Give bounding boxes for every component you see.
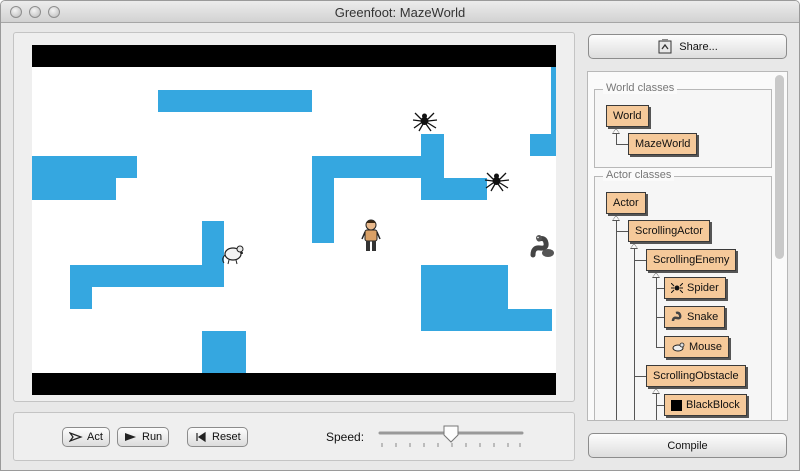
class-world-label: World (613, 110, 642, 122)
class-scrollingenemy-label: ScrollingEnemy (653, 254, 730, 266)
speed-slider[interactable] (378, 423, 524, 451)
maze-wall (32, 178, 116, 200)
world-panel (13, 32, 575, 402)
class-snake-label: Snake (687, 311, 719, 323)
maze-wall (312, 178, 334, 243)
class-mazeworld-label: MazeWorld (635, 138, 691, 150)
act-icon (69, 432, 83, 442)
maze-wall (70, 265, 224, 287)
share-button[interactable]: Share... (588, 34, 787, 59)
maze-wall (421, 265, 508, 309)
act-button[interactable]: Act (62, 427, 110, 447)
execution-controls: Act Run Reset Speed: (13, 412, 575, 461)
mouse-actor[interactable] (221, 241, 247, 265)
class-actor[interactable]: Actor (606, 192, 646, 214)
reset-button[interactable]: Reset (187, 427, 248, 447)
player-actor[interactable] (360, 219, 382, 253)
run-button[interactable]: Run (117, 427, 170, 447)
reset-button-label: Reset (212, 431, 241, 443)
class-world[interactable]: World (606, 105, 649, 127)
maze-wall (202, 331, 246, 373)
spider-actor[interactable] (412, 110, 438, 132)
maze-wall (421, 309, 552, 331)
greenfoot-window: Greenfoot: MazeWorld Act Run Reset Speed… (0, 0, 800, 471)
mouse-icon (672, 342, 685, 352)
maze-wall (551, 67, 556, 134)
act-button-label: Act (87, 431, 103, 443)
class-browser-scrollbar[interactable] (775, 75, 784, 259)
maze-wall (158, 90, 312, 112)
speed-slider-thumb[interactable] (443, 425, 459, 443)
window-title: Greenfoot: MazeWorld (334, 5, 466, 20)
compile-button-label: Compile (667, 439, 708, 452)
class-mazeworld[interactable]: MazeWorld (628, 133, 698, 155)
black-block-icon (671, 399, 682, 411)
actor-classes-heading: Actor classes (603, 169, 675, 181)
class-actor-label: Actor (613, 197, 639, 209)
maze-world-canvas[interactable] (32, 45, 556, 395)
spider-icon (671, 283, 683, 293)
maze-wall (421, 178, 487, 200)
maze-wall (530, 134, 556, 156)
maze-wall (70, 287, 92, 309)
class-blackblock-label: BlackBlock (686, 399, 740, 411)
class-spider[interactable]: Spider (664, 277, 726, 299)
maze-wall (32, 156, 137, 178)
class-mouse-label: Mouse (689, 341, 723, 353)
snake-actor[interactable] (530, 233, 556, 259)
reset-icon (196, 431, 206, 443)
speed-label: Speed: (326, 430, 365, 444)
share-button-label: Share... (679, 40, 718, 53)
class-scrollingactor-label: ScrollingActor (635, 225, 703, 237)
share-icon (658, 38, 672, 53)
class-scrollingobstacle[interactable]: ScrollingObstacle (646, 365, 746, 387)
class-browser: World classes World MazeWorld Actor clas… (587, 71, 788, 421)
class-scrollingactor[interactable]: ScrollingActor (628, 220, 710, 242)
class-scrollingobstacle-label: ScrollingObstacle (653, 370, 739, 382)
spider-actor[interactable] (484, 170, 510, 192)
maze-wall (421, 134, 444, 156)
run-icon (125, 433, 136, 441)
run-button-label: Run (142, 431, 163, 443)
world-classes-heading: World classes (603, 82, 678, 94)
class-mouse[interactable]: Mouse (664, 336, 730, 358)
compile-button[interactable]: Compile (588, 433, 787, 458)
class-scrollingenemy[interactable]: ScrollingEnemy (646, 249, 737, 271)
class-snake[interactable]: Snake (664, 306, 726, 328)
class-blackblock[interactable]: BlackBlock (664, 394, 747, 416)
maze-wall (312, 156, 444, 178)
class-spider-label: Spider (687, 282, 719, 294)
title-bar: Greenfoot: MazeWorld (1, 1, 799, 23)
top-border-bar (32, 45, 556, 67)
bottom-border-bar (32, 373, 556, 395)
world-classes-group: World classes (594, 82, 772, 168)
snake-icon (671, 311, 682, 322)
